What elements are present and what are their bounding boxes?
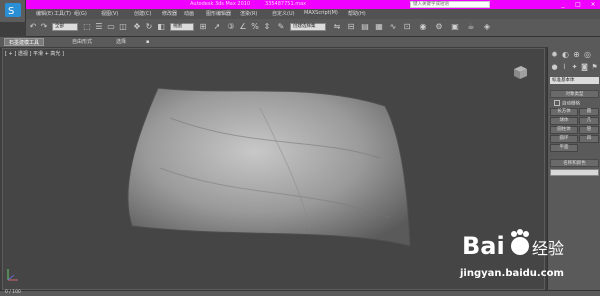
menu-tools[interactable]: 工具(T): [54, 10, 71, 17]
quick-render-icon[interactable]: ☕: [466, 21, 476, 33]
select-icon[interactable]: ⬚: [82, 21, 92, 33]
maximize-button[interactable]: □: [571, 0, 585, 9]
curve-editor-icon[interactable]: ∿: [388, 21, 398, 33]
helpers-icon[interactable]: ⚑: [590, 63, 599, 71]
motion-tab-icon[interactable]: ◎: [583, 50, 592, 59]
sphere-button[interactable]: 球体: [550, 117, 578, 125]
cone-button[interactable]: 圆: [579, 108, 599, 116]
tab-selection[interactable]: 选择: [112, 38, 130, 46]
align-icon[interactable]: ⊟: [346, 21, 356, 33]
checkbox-icon: [554, 100, 560, 106]
pyramid-button[interactable]: 四: [579, 135, 599, 143]
tab-graphite-modeling[interactable]: 石墨建模工具: [4, 38, 45, 46]
status-bar: [0, 290, 600, 296]
shapes-icon[interactable]: ⌇: [560, 63, 569, 71]
schematic-icon[interactable]: ⊡: [402, 21, 412, 33]
baidu-watermark-logo: Bai 经验: [462, 229, 564, 260]
menu-customize[interactable]: 自定义(U): [272, 10, 295, 17]
minimize-button[interactable]: _: [556, 0, 570, 9]
name-color-header[interactable]: 名称和颜色: [550, 159, 599, 167]
hierarchy-tab-icon[interactable]: ⊕: [572, 50, 581, 59]
file-name: 335487751.max: [265, 1, 307, 7]
watermark-brand: Bai: [462, 232, 505, 260]
redo-icon[interactable]: ↷: [39, 21, 49, 33]
title-bar: S Autodesk 3ds Max 2010 335487751.max 键入…: [0, 0, 600, 22]
move-icon[interactable]: ✥: [132, 21, 142, 33]
graphite-ribbon: 石墨建模工具 自由形式 选择 ▪: [0, 37, 600, 47]
modify-tab-icon[interactable]: ◐: [561, 50, 570, 59]
create-tab-icon[interactable]: ✹: [550, 50, 559, 59]
selection-filter-dropdown[interactable]: 全部: [52, 23, 78, 31]
geometry-icon[interactable]: ●: [550, 63, 559, 71]
spinner-snap-icon[interactable]: ⇕: [262, 21, 272, 33]
percent-snap-icon[interactable]: %: [250, 21, 260, 33]
tube-button[interactable]: 管: [579, 126, 599, 134]
object-category-dropdown[interactable]: 标准基本体: [550, 77, 599, 84]
rotate-icon[interactable]: ↻: [144, 21, 154, 33]
app-title: Autodesk 3ds Max 2010: [190, 1, 251, 7]
menu-group[interactable]: 组(G): [74, 10, 87, 17]
menu-animation[interactable]: 动画: [184, 10, 194, 17]
menu-help[interactable]: 帮助(H): [348, 10, 366, 17]
menu-bar: 编辑(E) 工具(T) 组(G) 视图(V) 创建(C) 修改器 动画 图形编辑…: [26, 9, 600, 19]
menu-rendering[interactable]: 渲染(R): [240, 10, 257, 17]
menu-modifiers[interactable]: 修改器: [162, 10, 177, 17]
angle-snap-icon[interactable]: ∠: [238, 21, 248, 33]
menu-edit[interactable]: 编辑(E): [36, 10, 53, 17]
lights-icon[interactable]: ✦: [570, 63, 579, 71]
menu-maxscript[interactable]: MAXScript(M): [304, 10, 338, 16]
cameras-icon[interactable]: ◙: [580, 63, 589, 71]
tab-freeform[interactable]: 自由形式: [68, 38, 96, 46]
ribbon-toggle-icon[interactable]: ▪: [142, 38, 153, 46]
render-setup-icon[interactable]: ⚙: [434, 21, 444, 33]
rect-region-icon[interactable]: ▭: [106, 21, 116, 33]
main-toolbar: ↶ ↷ 全部 ⬚ ☰ ▭ ◫ ✥ ↻ ◧ 视图 ⊞ ➚ ③ ∠ % ⇕ ✎ 创建…: [26, 19, 600, 37]
scale-icon[interactable]: ◧: [156, 21, 166, 33]
select-by-name-icon[interactable]: ☰: [94, 21, 104, 33]
named-selection-dropdown[interactable]: 创建选择集: [290, 23, 326, 31]
pillow-object[interactable]: [110, 78, 420, 258]
autogrid-checkbox[interactable]: 自动栅格: [554, 100, 580, 107]
watermark-url: jingyan.baidu.com: [460, 268, 564, 279]
material-editor-icon[interactable]: ◉: [418, 21, 428, 33]
search-input[interactable]: 键入关键字或短语: [410, 1, 490, 8]
torus-button[interactable]: 圆环: [550, 135, 578, 143]
frame-counter[interactable]: 0 / 100: [5, 290, 21, 295]
snap-icon[interactable]: ➚: [212, 21, 222, 33]
cylinder-button[interactable]: 圆柱体: [550, 126, 578, 134]
graphite-icon[interactable]: ▦: [374, 21, 384, 33]
viewcube-icon[interactable]: [512, 64, 528, 80]
viewport-label[interactable]: [ + ] 透视 ] 平滑 + 高光 ]: [5, 50, 64, 57]
autogrid-label: 自动栅格: [562, 101, 580, 107]
menu-views[interactable]: 视图(V): [101, 10, 118, 17]
window-crossing-icon[interactable]: ◫: [118, 21, 128, 33]
watermark-brand-cn: 经验: [532, 239, 564, 258]
reference-coord-dropdown[interactable]: 视图: [170, 23, 194, 31]
object-name-input[interactable]: [550, 169, 599, 176]
snap-toggle-icon[interactable]: ③: [226, 21, 236, 33]
edit-named-sel-icon[interactable]: ✎: [276, 21, 286, 33]
menu-create[interactable]: 创建(C): [134, 10, 151, 17]
layer-icon[interactable]: ▤: [360, 21, 370, 33]
render-icon[interactable]: ◈: [482, 21, 492, 33]
pivot-icon[interactable]: ⊞: [198, 21, 208, 33]
box-button[interactable]: 长方体: [550, 108, 578, 116]
axis-tripod-icon: [7, 269, 18, 281]
object-type-header[interactable]: 对象类型: [550, 90, 599, 98]
app-logo[interactable]: S: [0, 0, 26, 22]
close-button[interactable]: ×: [586, 0, 600, 9]
svg-text:S: S: [8, 6, 14, 17]
undo-icon[interactable]: ↶: [28, 21, 38, 33]
render-frame-icon[interactable]: ▣: [450, 21, 460, 33]
plane-button[interactable]: 平面: [550, 144, 578, 152]
menu-graph-editors[interactable]: 图形编辑器: [206, 10, 231, 17]
geosphere-button[interactable]: 几: [579, 117, 599, 125]
max-logo-icon: S: [5, 3, 21, 17]
mirror-icon[interactable]: ⇋: [332, 21, 342, 33]
